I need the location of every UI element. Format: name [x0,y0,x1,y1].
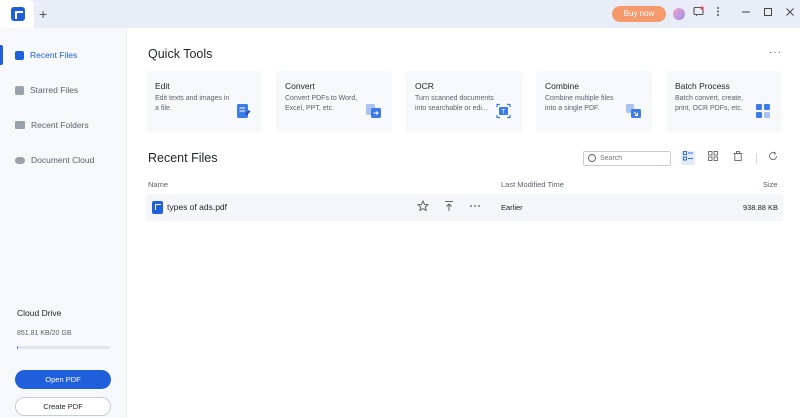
list-view-button[interactable] [681,151,695,165]
sidebar-item-label: Recent Files [30,50,78,60]
convert-icon [366,104,381,118]
tool-description: Edit texts and images in a file. [155,95,230,112]
delete-button[interactable] [731,151,745,165]
cloud-icon [15,156,25,164]
recent-files-title: Recent Files [148,151,218,165]
open-pdf-button[interactable]: Open PDF [15,370,111,389]
combine-icon [626,104,641,118]
column-header-size[interactable]: Size [763,180,778,189]
tool-title: Batch Process [675,81,730,91]
avatar-icon[interactable] [673,8,685,20]
sidebar-item-label: Recent Folders [31,120,89,130]
batch-icon [756,104,770,118]
sidebar-item-document-cloud[interactable]: Document Cloud [0,146,127,174]
message-icon[interactable] [693,6,704,22]
search-icon [588,154,596,162]
tool-description: Combine multiple files into a single PDF… [545,95,614,112]
more-options-button[interactable]: ··· [769,47,782,58]
tool-card-combine[interactable]: Combine Combine multiple files into a si… [536,71,652,132]
ocr-icon: T [496,103,511,119]
more-horizontal-icon[interactable] [469,200,481,216]
cloud-drive-title: Cloud Drive [17,308,62,318]
sidebar: Recent Files Starred Files Recent Folder… [0,28,127,418]
app-logo-icon [11,7,25,21]
pdf-file-icon [152,201,163,214]
tool-title: Combine [545,81,580,91]
search-box[interactable] [583,151,671,166]
home-tab[interactable] [0,0,34,28]
tool-card-edit[interactable]: Edit Edit texts and images in a file. [146,71,262,132]
tool-description: Turn scanned documents into searchable o… [415,95,494,112]
cloud-storage-usage: 851.81 KB/20 GB [17,330,72,337]
close-icon[interactable] [785,5,795,21]
grid-view-icon [708,151,718,161]
star-icon[interactable] [416,199,430,216]
quick-tools-title: Quick Tools [148,47,213,61]
toolbar-divider [756,153,757,164]
table-row[interactable]: types of ads.pdf Earlier 938.88 KB [146,194,783,221]
column-header-modified[interactable]: Last Modified Time [501,180,564,189]
grid-view-button[interactable] [706,151,720,165]
refresh-icon [769,151,777,160]
tool-card-convert[interactable]: Convert Convert PDFs to Word, Excel, PPT… [276,71,392,132]
file-name: types of ads.pdf [167,202,228,212]
more-vertical-icon[interactable] [716,6,720,22]
maximize-icon[interactable] [763,5,773,21]
title-bar: + Buy now [0,0,800,28]
new-tab-button[interactable]: + [39,6,47,22]
folder-icon [15,121,25,129]
tool-card-batch-process[interactable]: Batch Process Batch convert, create, pri… [666,71,782,132]
buy-now-button[interactable]: Buy now [612,6,666,22]
column-header-name[interactable]: Name [148,180,168,189]
minimize-icon[interactable] [741,5,751,21]
edit-icon [237,104,251,118]
tool-description: Convert PDFs to Word, Excel, PPT, etc. [285,95,358,112]
create-pdf-button[interactable]: Create PDF [15,397,111,416]
svg-text:T: T [501,108,506,115]
file-modified-time: Earlier [501,203,523,212]
sidebar-item-recent-folders[interactable]: Recent Folders [0,111,127,139]
refresh-button[interactable] [766,151,780,165]
star-icon [15,85,24,95]
sidebar-item-label: Document Cloud [31,155,95,165]
tool-title: Convert [285,81,315,91]
sidebar-item-starred-files[interactable]: Starred Files [0,76,127,104]
sidebar-item-recent-files[interactable]: Recent Files [0,41,127,69]
tool-title: Edit [155,81,170,91]
document-icon [15,50,24,60]
sidebar-item-label: Starred Files [30,85,79,95]
upload-icon[interactable] [443,200,455,216]
tool-title: OCR [415,81,434,91]
file-size: 938.88 KB [742,203,778,212]
cloud-storage-bar [17,346,110,349]
cloud-storage-fill [17,346,18,349]
search-input[interactable] [600,153,668,164]
tool-card-ocr[interactable]: OCR Turn scanned documents into searchab… [406,71,522,132]
tool-description: Batch convert, create, print, OCR PDFs, … [675,95,744,112]
trash-icon [733,151,743,161]
list-view-icon [683,151,693,161]
